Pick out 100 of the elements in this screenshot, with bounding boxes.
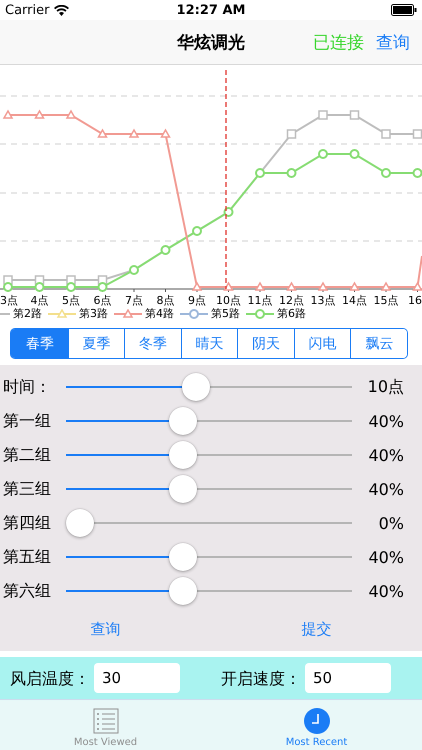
- connection-status: 已连接: [313, 32, 364, 54]
- slider-thumb[interactable]: [169, 441, 198, 469]
- axis-label: 5点: [62, 294, 80, 307]
- data-point: [318, 149, 328, 159]
- slider-thumb[interactable]: [169, 475, 198, 503]
- data-point: [412, 129, 422, 139]
- setting-label: 开启速度：: [221, 668, 301, 690]
- segment-tab[interactable]: 春季: [11, 329, 68, 358]
- data-point: [160, 128, 171, 138]
- slider-value: 40%: [367, 548, 405, 566]
- data-point: [318, 110, 328, 120]
- slider-thumb[interactable]: [182, 373, 210, 401]
- data-point: [129, 265, 139, 275]
- wifi-icon: [54, 4, 70, 16]
- slider-track[interactable]: [66, 440, 352, 470]
- axis-label: 15点: [374, 294, 398, 307]
- slider-label: 第二组: [2, 444, 52, 466]
- slider-label: 第一组: [2, 410, 52, 432]
- input-field[interactable]: 30: [94, 663, 180, 693]
- axis-label: 4点: [30, 294, 48, 307]
- legend-label: 第2路: [13, 306, 42, 320]
- data-point: [160, 245, 170, 255]
- input-field[interactable]: 50: [305, 663, 391, 693]
- data-point: [350, 110, 360, 120]
- setting-label: 风启温度：: [10, 668, 90, 690]
- data-point: [3, 282, 13, 292]
- slider-label: 第四组: [2, 512, 52, 534]
- axis-label: 8点: [156, 294, 174, 307]
- data-point: [286, 168, 296, 178]
- data-point: [34, 282, 44, 292]
- data-point: [254, 281, 266, 291]
- nav-title: 华炫调光: [177, 32, 245, 54]
- slider-track[interactable]: [66, 474, 352, 504]
- data-point: [381, 129, 391, 139]
- slider-label: 第六组: [2, 580, 52, 602]
- slider-label: 第五组: [2, 546, 52, 568]
- data-point: [34, 275, 44, 285]
- slider-thumb[interactable]: [169, 577, 198, 605]
- query-button[interactable]: 查询: [376, 30, 410, 54]
- data-point: [412, 281, 422, 291]
- data-point: [380, 281, 392, 291]
- data-point: [192, 281, 202, 291]
- legend-label: 第4路: [145, 306, 174, 320]
- slider-track[interactable]: [66, 542, 352, 572]
- action-button[interactable]: 查询: [0, 620, 211, 639]
- slider-track[interactable]: [66, 508, 352, 538]
- data-point: [66, 282, 76, 292]
- slider-label: 时间：: [2, 376, 52, 398]
- data-point: [34, 109, 45, 119]
- slider-value: 40%: [367, 582, 405, 600]
- clock-icon: [304, 708, 330, 734]
- tab-item[interactable]: Most Viewed: [0, 700, 211, 750]
- data-point: [3, 275, 13, 285]
- axis-label: 7点: [125, 294, 143, 307]
- data-point: [192, 226, 202, 236]
- slider-value: 40%: [367, 412, 405, 430]
- legend-label: 第6路: [277, 306, 306, 320]
- legend-label: 第5路: [211, 306, 240, 320]
- axis-label: 10点: [216, 294, 241, 307]
- data-point: [318, 281, 328, 291]
- battery-icon: [391, 4, 417, 16]
- slider-value: 10点: [366, 376, 405, 398]
- data-point: [412, 168, 422, 178]
- slider-track[interactable]: [66, 406, 352, 436]
- data-point: [286, 129, 296, 139]
- axis-label: 13点: [310, 294, 336, 307]
- axis-label: 3点: [0, 294, 18, 307]
- axis-label: 16: [408, 294, 422, 307]
- slider-thumb[interactable]: [169, 543, 198, 571]
- data-point: [128, 128, 140, 138]
- segment-tab[interactable]: 飘云: [350, 329, 407, 358]
- data-point: [381, 168, 391, 178]
- tab-item[interactable]: Most Recent: [211, 700, 422, 750]
- data-point: [349, 281, 360, 291]
- list-icon: [92, 708, 118, 734]
- data-point: [2, 109, 14, 119]
- data-point: [66, 275, 76, 285]
- data-point: [224, 207, 234, 217]
- clock-time: 12:27 AM: [176, 3, 246, 18]
- axis-label: 6点: [94, 294, 112, 307]
- carrier-label: Carrier: [5, 2, 50, 18]
- slider-thumb[interactable]: [169, 407, 198, 435]
- slider-track[interactable]: [66, 372, 352, 402]
- legend-label: 第3路: [79, 306, 108, 320]
- data-point: [98, 282, 108, 292]
- axis-label: 11点: [248, 294, 272, 307]
- slider-value: 0%: [378, 514, 405, 532]
- data-point: [66, 109, 76, 119]
- data-point: [350, 149, 360, 159]
- slider-track[interactable]: [66, 576, 352, 606]
- axis-label: 9点: [188, 294, 206, 307]
- axis-label: 12点: [279, 294, 304, 307]
- slider-label: 第三组: [2, 478, 52, 500]
- data-point: [98, 275, 108, 285]
- action-button[interactable]: 提交: [211, 620, 422, 639]
- slider-value: 40%: [367, 446, 405, 464]
- data-point: [286, 281, 297, 291]
- slider-thumb[interactable]: [66, 509, 94, 537]
- data-point: [223, 281, 234, 291]
- data-point: [97, 128, 108, 138]
